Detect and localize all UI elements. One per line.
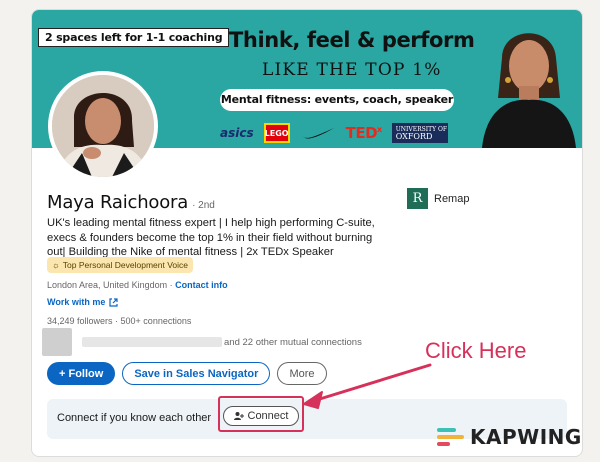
profile-location: London Area, United Kingdom · <box>47 280 176 290</box>
follow-button[interactable]: + Follow <box>47 362 116 385</box>
banner-tagline: Mental fitness: events, coach, speaker <box>220 89 454 111</box>
sun-icon: ☼ <box>52 260 60 270</box>
top-voice-label: Top Personal Development Voice <box>62 260 189 270</box>
connection-degree: · 2nd <box>192 200 215 211</box>
add-person-icon <box>233 412 244 420</box>
mutual-connections-text: and 22 other mutual connections <box>224 336 362 348</box>
oxford-logo-line2: OXFORD <box>395 131 433 141</box>
banner-title: Think, feel & perform <box>229 28 475 52</box>
nike-logo <box>301 128 334 139</box>
mutual-connections[interactable]: and 22 other mutual connections <box>42 328 362 356</box>
mutual-avatars <box>42 328 72 356</box>
remap-label: Remap <box>434 192 470 205</box>
lego-logo: LEGO <box>263 123 290 143</box>
mutual-names-redacted <box>82 337 222 347</box>
tedx-logo-text: TED <box>345 124 378 142</box>
profile-name: Maya Raichoora <box>47 192 189 213</box>
follower-count: 34,249 followers · 500+ connections <box>47 316 192 326</box>
location-row: London Area, United Kingdom · Contact in… <box>47 280 228 290</box>
annotation-arrow <box>303 363 432 409</box>
contact-info-link[interactable]: Contact info <box>175 280 228 290</box>
tedx-logo-sup: x <box>377 125 382 134</box>
kapwing-text: KAPWING <box>470 425 582 449</box>
banner-subtitle: LIKE THE TOP 1% <box>262 60 442 80</box>
connect-button-label: Connect <box>247 410 289 422</box>
profile-avatar[interactable] <box>48 71 158 181</box>
banner-portrait <box>482 33 576 148</box>
name-row: Maya Raichoora · 2nd <box>47 192 215 213</box>
kapwing-watermark: KAPWING <box>437 425 582 449</box>
profile-headline: UK's leading mental fitness expert | I h… <box>47 217 375 258</box>
click-here-annotation: Click Here <box>425 338 527 363</box>
save-in-sales-navigator-button[interactable]: Save in Sales Navigator <box>122 362 271 385</box>
banner-coaching-badge: 2 spaces left for 1-1 coaching <box>38 28 230 47</box>
connect-prompt-text: Connect if you know each other <box>57 412 212 424</box>
client-logos: asics LEGO TEDx UNIVERSITY OF OXFORD <box>220 123 448 143</box>
top-voice-badge[interactable]: ☼ Top Personal Development Voice <box>47 257 194 273</box>
external-link-icon <box>109 297 118 307</box>
profile-actions: + Follow Save in Sales Navigator More <box>47 362 327 385</box>
connect-button[interactable]: Connect <box>223 406 299 426</box>
work-with-me-link[interactable]: Work with me <box>47 297 118 307</box>
work-with-me-label: Work with me <box>47 297 106 307</box>
remap-logo-icon: R <box>407 188 428 209</box>
asics-logo: asics <box>220 126 254 140</box>
oxford-logo: UNIVERSITY OF OXFORD <box>391 123 448 143</box>
remap-company-link[interactable]: R Remap <box>407 188 469 209</box>
avatar-portrait <box>52 75 154 177</box>
kapwing-logo-icon <box>437 428 464 446</box>
tedx-logo: TEDx <box>345 124 383 142</box>
